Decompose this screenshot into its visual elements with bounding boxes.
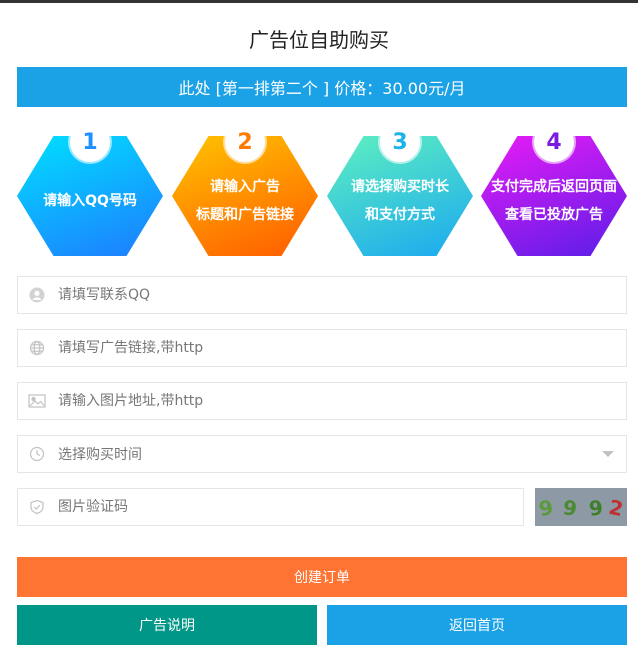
captcha-input[interactable] [58,499,523,515]
captcha-image[interactable]: 9 9 9 2 [535,488,627,526]
ad-description-button[interactable]: 广告说明 [17,605,317,645]
captcha-char-2: 9 [561,495,579,521]
image-field [17,382,627,420]
ad-link-input[interactable] [58,340,626,356]
step-2-number: 2 [225,122,265,162]
price-banner-text: 此处 [第一排第二个 ] 价格：30.00元/月 [178,79,466,98]
step-4-line2: 查看已投放广告 [505,207,603,223]
top-border [0,0,638,3]
captcha-char-1: 9 [537,494,555,522]
step-2: 请输入广告 标题和广告链接 2 [172,122,318,256]
globe-icon [28,339,46,357]
step-3-line2: 和支付方式 [365,207,435,223]
image-url-input[interactable] [58,393,626,409]
step-3: 请选择购买时长 和支付方式 3 [327,122,473,256]
step-4-line1: 支付完成后返回页面 [491,179,617,195]
step-3-line1: 请选择购买时长 [351,179,449,195]
chevron-down-icon [602,451,614,457]
step-2-line1: 请输入广告 [210,179,280,195]
page-title: 广告位自助购买 [249,28,389,52]
step-4-number: 4 [534,122,574,162]
shield-icon [28,498,46,516]
image-icon [28,392,46,410]
price-banner: 此处 [第一排第二个 ] 价格：30.00元/月 [17,67,627,107]
captcha-char-4: 2 [606,494,626,522]
step-1-line1: 请输入QQ号码 [43,193,137,209]
step-3-number: 3 [380,122,420,162]
clock-icon [28,445,46,463]
qq-input[interactable] [58,287,626,303]
link-field [17,329,627,367]
user-icon [28,286,46,304]
duration-select[interactable]: 选择购买时间 [17,435,627,473]
create-order-button[interactable]: 创建订单 [17,557,627,597]
step-2-line2: 标题和广告链接 [196,207,294,223]
steps-row: 请输入QQ号码 1 请输入广告 标题和广告链接 2 请选择购买时长 和支付方式 … [17,122,627,262]
step-4: 支付完成后返回页面 查看已投放广告 4 [481,122,627,256]
step-1-number: 1 [70,122,110,162]
back-home-button[interactable]: 返回首页 [327,605,627,645]
captcha-field [17,488,524,526]
captcha-char-3: 9 [587,495,605,521]
qq-field [17,276,627,314]
step-1: 请输入QQ号码 1 [17,122,163,256]
duration-select-value: 选择购买时间 [58,447,142,463]
